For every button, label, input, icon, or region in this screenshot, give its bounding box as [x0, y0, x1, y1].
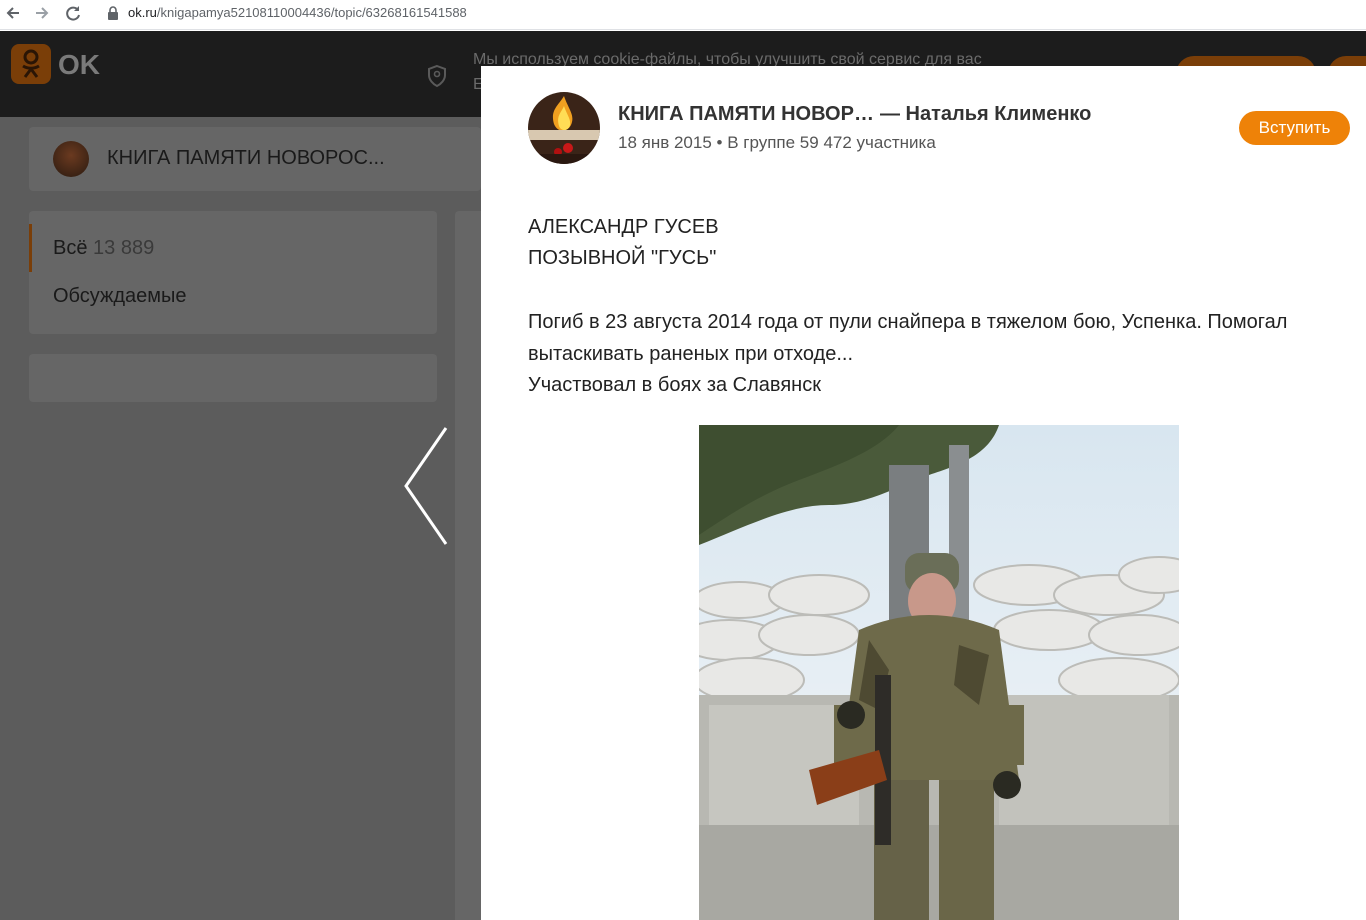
- lock-icon[interactable]: [108, 6, 118, 20]
- group-header[interactable]: КНИГА ПАМЯТИ НОВОРОС...: [29, 127, 481, 191]
- post-line: Погиб в 23 августа 2014 года от пули сна…: [528, 311, 1288, 333]
- url-path: /knigapamya52108110004436/topic/63268161…: [156, 5, 467, 20]
- filter-label: Всё: [53, 237, 88, 259]
- post-line: вытаскивать раненых при отходе...: [528, 343, 854, 365]
- side-panel: [29, 354, 437, 402]
- chevron-left-icon[interactable]: [400, 426, 452, 550]
- group-link[interactable]: КНИГА ПАМЯТИ НОВОР…: [618, 103, 874, 125]
- url-host: ok.ru: [128, 5, 157, 20]
- post-title: КНИГА ПАМЯТИ НОВОР… — Наталья Клименко: [618, 103, 1091, 126]
- filter-all[interactable]: Всё 13 889: [29, 224, 437, 272]
- post-line: Участвовал в боях за Славянск: [528, 374, 821, 396]
- join-button[interactable]: Вступить: [1239, 111, 1350, 145]
- group-name[interactable]: КНИГА ПАМЯТИ НОВОРОС...: [107, 147, 385, 170]
- post-meta: 18 янв 2015 • В группе 59 472 участника: [618, 133, 936, 152]
- address-bar[interactable]: ok.ru/knigapamya52108110004436/topic/632…: [128, 5, 467, 20]
- filter-discussed[interactable]: Обсуждаемые: [29, 272, 437, 320]
- logo-text[interactable]: OK: [58, 49, 100, 81]
- post-modal: КНИГА ПАМЯТИ НОВОР… — Наталья Клименко 18…: [481, 66, 1366, 920]
- filter-label: Обсуждаемые: [53, 285, 187, 307]
- post-line: ПОЗЫВНОЙ "ГУСЬ": [528, 247, 717, 269]
- arrow-right-icon[interactable]: [31, 3, 51, 23]
- filter-count: 13 889: [93, 237, 155, 259]
- reload-icon[interactable]: [63, 3, 83, 23]
- shield-icon[interactable]: [425, 64, 449, 88]
- avatar[interactable]: [53, 141, 89, 177]
- browser-toolbar: ok.ru/knigapamya52108110004436/topic/632…: [0, 0, 1366, 30]
- topic-filters: Всё 13 889 Обсуждаемые: [29, 211, 437, 334]
- group-avatar[interactable]: [528, 92, 600, 164]
- author-link[interactable]: — Наталья Клименко: [880, 103, 1091, 125]
- post-line: АЛЕКСАНДР ГУСЕВ: [528, 216, 719, 238]
- post-photo[interactable]: [699, 425, 1179, 920]
- ok-logo-icon[interactable]: [11, 44, 51, 84]
- arrow-left-icon[interactable]: [4, 3, 24, 23]
